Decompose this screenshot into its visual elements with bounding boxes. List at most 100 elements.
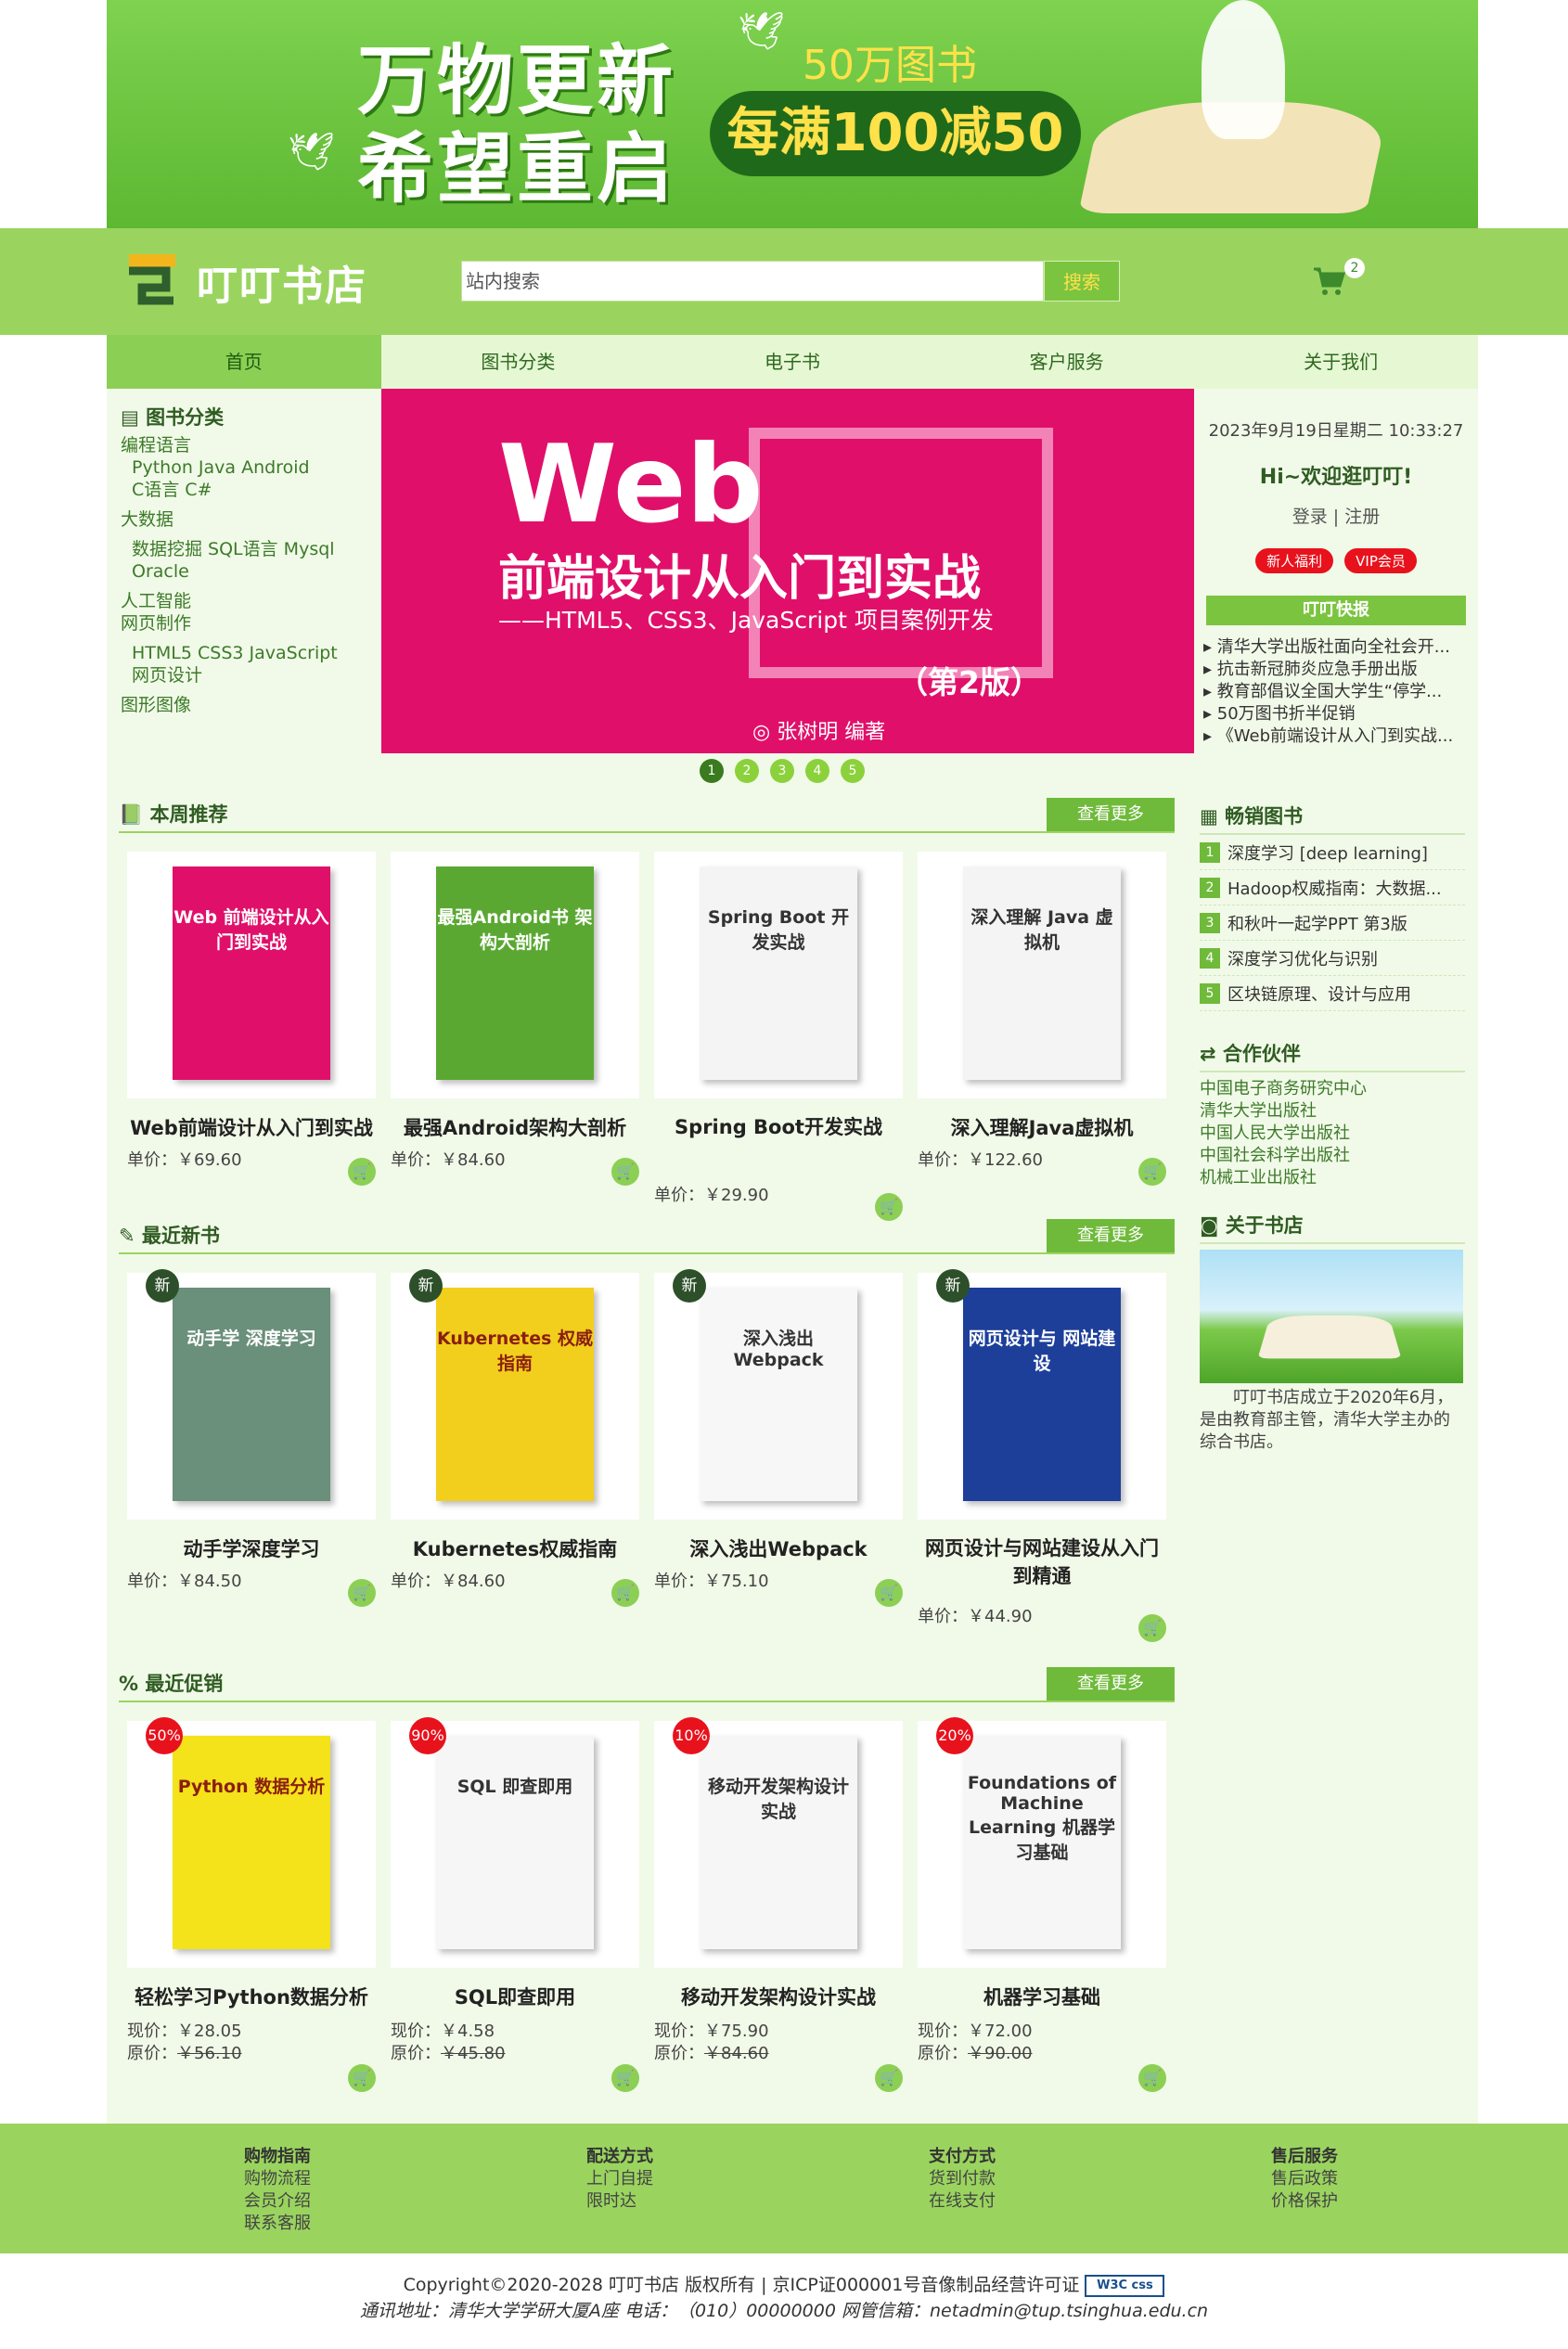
add-to-cart-icon[interactable]: 🛒 <box>611 1158 639 1186</box>
book-card[interactable]: 新 Kubernetes 权威指南 Kubernetes权威指南 单价：￥84.60 🛒 <box>391 1269 639 1625</box>
slider-dot[interactable]: 5 <box>841 759 865 783</box>
book-cover-image[interactable]: 动手学 深度学习 <box>127 1273 376 1520</box>
book-title[interactable]: Kubernetes权威指南 <box>391 1534 639 1562</box>
partner-link[interactable]: 中国人民大学出版社 <box>1200 1123 1465 1145</box>
book-card[interactable]: 新动手学 深度学习 动手学深度学习 单价：￥84.50 🛒 <box>127 1269 376 1625</box>
add-to-cart-icon[interactable]: 🛒 <box>875 1579 903 1607</box>
category-item[interactable]: HTML5 CSS3 JavaScript <box>121 642 371 664</box>
book-card[interactable]: 新深入浅出 Webpack 深入浅出Webpack 单价：￥75.10 🛒 <box>654 1269 903 1625</box>
add-to-cart-icon[interactable]: 🛒 <box>348 1158 376 1186</box>
footer-link[interactable]: 上门自提 <box>586 2168 653 2190</box>
book-title[interactable]: 机器学习基础 <box>918 1983 1166 2010</box>
book-card[interactable]: 最强Android书 架构大剖析 最强Android架构大剖析 单价：￥84.60 🛒 <box>391 852 639 1204</box>
more-button[interactable]: 查看更多 <box>1047 1219 1175 1252</box>
book-cover-image[interactable]: 最强Android书 架构大剖析 <box>391 852 639 1098</box>
footer-link[interactable]: 售后政策 <box>1271 2168 1338 2190</box>
vip-badge[interactable]: VIP会员 <box>1344 548 1417 573</box>
slider-dot[interactable]: 3 <box>770 759 794 783</box>
search-button[interactable]: 搜索 <box>1044 261 1120 302</box>
add-to-cart-icon[interactable]: 🛒 <box>348 1579 376 1607</box>
new-user-badge[interactable]: 新人福利 <box>1255 548 1334 573</box>
footer-link[interactable]: 在线支付 <box>929 2190 996 2213</box>
rank-item[interactable]: 4 深度学习优化与识别 <box>1200 941 1465 976</box>
book-cover-image[interactable]: 移动开发架构设计实战 <box>654 1721 903 1968</box>
category-item[interactable]: 人工智能 <box>121 590 371 612</box>
book-card[interactable]: 新网页设计与 网站建设 网页设计与网站建设从入门到精通 单价：￥44.90 🛒 <box>918 1269 1166 1642</box>
book-card[interactable]: 20% Foundations of Machine Learning 机器学习基… <box>918 1717 1166 2092</box>
book-title[interactable]: Web前端设计从入门到实战 <box>127 1113 376 1141</box>
book-title[interactable]: 最强Android架构大剖析 <box>391 1113 639 1141</box>
partner-link[interactable]: 机械工业出版社 <box>1200 1167 1465 1189</box>
add-to-cart-icon[interactable]: 🛒 <box>611 2064 639 2092</box>
book-cover-image[interactable]: Web 前端设计从入门到实战 <box>127 852 376 1098</box>
footer-link[interactable]: 价格保护 <box>1271 2190 1338 2213</box>
add-to-cart-icon[interactable]: 🛒 <box>1138 1614 1166 1642</box>
rank-item[interactable]: 3 和秋叶一起学PPT 第3版 <box>1200 905 1465 941</box>
add-to-cart-icon[interactable]: 🛒 <box>611 1579 639 1607</box>
hero-slider[interactable]: Web 前端设计从入门到实战 ——HTML5、CSS3、JavaScript 项… <box>381 389 1194 753</box>
news-item[interactable]: ▸ 教育部倡议全国大学生“停学... <box>1203 681 1469 703</box>
add-to-cart-icon[interactable]: 🛒 <box>1138 1158 1166 1186</box>
category-item[interactable]: Oracle <box>121 560 371 583</box>
add-to-cart-icon[interactable]: 🛒 <box>348 2064 376 2092</box>
book-cover-image[interactable]: Spring Boot 开发实战 <box>654 852 903 1098</box>
news-item[interactable]: ▸ 抗击新冠肺炎应急手册出版 <box>1203 659 1469 681</box>
category-item[interactable]: C语言 C# <box>121 479 371 501</box>
book-card[interactable]: Spring Boot 开发实战 Spring Boot开发实战 单价：￥29.90… <box>654 852 903 1221</box>
partner-link[interactable]: 中国社会科学出版社 <box>1200 1145 1465 1167</box>
cart-icon[interactable] <box>1312 265 1345 297</box>
book-title[interactable]: SQL即查即用 <box>391 1983 639 2010</box>
category-item[interactable]: 网页设计 <box>121 664 371 687</box>
book-title[interactable]: 深入理解Java虚拟机 <box>918 1113 1166 1141</box>
slider-dot[interactable]: 1 <box>700 759 724 783</box>
nav-service[interactable]: 客户服务 <box>930 335 1204 389</box>
search-input[interactable]: 站内搜索 <box>461 261 1044 302</box>
rank-item[interactable]: 5 区块链原理、设计与应用 <box>1200 976 1465 1011</box>
book-card[interactable]: 10% 移动开发架构设计实战 移动开发架构设计实战 现价：￥75.90 原价：￥84.6… <box>654 1717 903 2092</box>
category-item[interactable]: 图形图像 <box>121 694 371 716</box>
rank-item[interactable]: 2 Hadoop权威指南：大数据... <box>1200 870 1465 905</box>
book-card[interactable]: 90% SQL 即查即用 SQL即查即用 现价：￥4.58 原价：￥45.80 🛒 <box>391 1717 639 2092</box>
book-card[interactable]: 50% Python 数据分析 轻松学习Python数据分析 现价：￥28.05 原价：… <box>127 1717 376 2092</box>
book-title[interactable]: 移动开发架构设计实战 <box>654 1983 903 2010</box>
book-title[interactable]: Spring Boot开发实战 <box>654 1113 903 1141</box>
book-title[interactable]: 网页设计与网站建设从入门到精通 <box>918 1534 1166 1590</box>
book-title[interactable]: 轻松学习Python数据分析 <box>127 1983 376 2010</box>
footer-link[interactable]: 购物流程 <box>244 2168 311 2190</box>
slider-dot[interactable]: 2 <box>735 759 759 783</box>
book-card[interactable]: 深入理解 Java 虚拟机 深入理解Java虚拟机 单价：￥122.60 🛒 <box>918 852 1166 1204</box>
partner-link[interactable]: 清华大学出版社 <box>1200 1100 1465 1123</box>
rank-item[interactable]: 1 深度学习 [deep learning] <box>1200 835 1465 870</box>
footer-link[interactable]: 联系客服 <box>244 2213 311 2235</box>
logo-icon[interactable] <box>127 252 179 308</box>
footer-link[interactable]: 货到付款 <box>929 2168 996 2190</box>
footer-link[interactable]: 会员介绍 <box>244 2190 311 2213</box>
nav-about[interactable]: 关于我们 <box>1203 335 1478 389</box>
book-cover-image[interactable]: SQL 即查即用 <box>391 1721 639 1968</box>
book-cover-image[interactable]: 深入浅出 Webpack <box>654 1273 903 1520</box>
book-title[interactable]: 深入浅出Webpack <box>654 1534 903 1562</box>
book-cover-image[interactable]: Kubernetes 权威指南 <box>391 1273 639 1520</box>
nav-categories[interactable]: 图书分类 <box>381 335 656 389</box>
slider-dot[interactable]: 4 <box>805 759 829 783</box>
news-item[interactable]: ▸ 清华大学出版社面向全社会开... <box>1203 636 1469 659</box>
nav-ebooks[interactable]: 电子书 <box>655 335 930 389</box>
login-register-link[interactable]: 登录 | 注册 <box>1203 503 1469 528</box>
w3c-css-badge[interactable]: W3C css <box>1085 2274 1165 2297</box>
partner-link[interactable]: 中国电子商务研究中心 <box>1200 1078 1465 1100</box>
category-item[interactable]: Python Java Android <box>121 456 371 479</box>
category-item[interactable]: 数据挖掘 SQL语言 Mysql <box>121 538 371 560</box>
book-cover-image[interactable]: 网页设计与 网站建设 <box>918 1273 1166 1520</box>
book-cover-image[interactable]: 深入理解 Java 虚拟机 <box>918 852 1166 1098</box>
footer-link[interactable]: 限时达 <box>586 2190 653 2213</box>
logo-text[interactable]: 叮叮书店 <box>197 252 367 312</box>
book-card[interactable]: Web 前端设计从入门到实战 Web前端设计从入门到实战 单价：￥69.60 🛒 <box>127 852 376 1204</box>
news-item[interactable]: ▸ 《Web前端设计从入门到实战... <box>1203 725 1469 748</box>
nav-home[interactable]: 首页 <box>107 335 381 389</box>
category-item[interactable]: 大数据 <box>121 508 371 531</box>
top-banner[interactable]: 🕊 🕊 万物更新 希望重启 50万图书 每满100减50 <box>107 0 1478 228</box>
more-button[interactable]: 查看更多 <box>1047 1667 1175 1701</box>
book-cover-image[interactable]: Python 数据分析 <box>127 1721 376 1968</box>
book-title[interactable]: 动手学深度学习 <box>127 1534 376 1562</box>
category-item[interactable]: 编程语言 <box>121 434 371 456</box>
